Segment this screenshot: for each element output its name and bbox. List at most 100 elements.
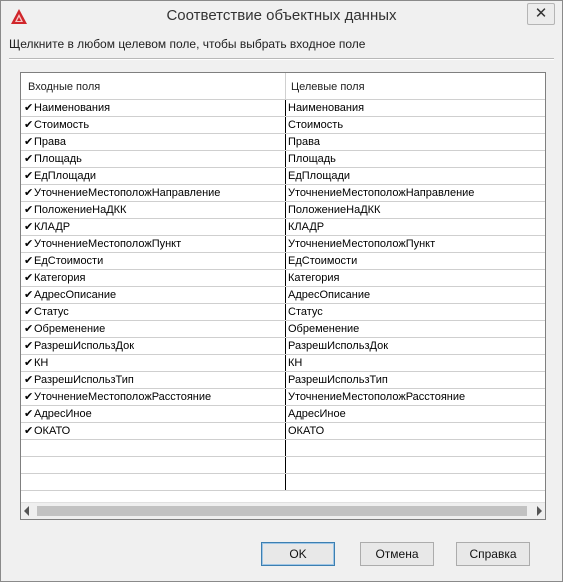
checkmark-icon[interactable]: ✔ <box>24 186 33 199</box>
ok-button[interactable]: OK <box>261 542 335 566</box>
column-header-target[interactable]: Целевые поля <box>291 73 365 99</box>
checkmark-icon[interactable]: ✔ <box>24 305 33 318</box>
table-row[interactable]: ✔ РазрешИспользТип РазрешИспользТип <box>21 372 545 389</box>
column-divider <box>285 168 286 184</box>
table-row[interactable]: ✔ Стоимость Стоимость <box>21 117 545 134</box>
checkmark-icon[interactable]: ✔ <box>24 424 33 437</box>
checkmark-icon[interactable]: ✔ <box>24 101 33 114</box>
column-divider <box>285 423 286 439</box>
table-body: ✔ Наименования Наименования ✔ Стоимость Стоим… <box>21 100 545 491</box>
checkmark-icon[interactable]: ✔ <box>24 203 33 216</box>
table-row[interactable]: ✔ АдресИное АдресИное <box>21 406 545 423</box>
column-divider <box>285 134 286 150</box>
table-row[interactable]: ✔ АдресОписание АдресОписание <box>21 287 545 304</box>
column-divider <box>285 270 286 286</box>
target-field-cell[interactable]: Стоимость <box>288 119 343 131</box>
empty-table-row <box>21 457 545 474</box>
checkmark-icon[interactable]: ✔ <box>24 356 33 369</box>
input-field-cell: АдресОписание <box>34 289 117 301</box>
column-divider <box>285 440 286 456</box>
checkmark-icon[interactable]: ✔ <box>24 407 33 420</box>
target-field-cell[interactable]: КН <box>288 357 302 369</box>
table-row[interactable]: ✔ ОКАТО ОКАТО <box>21 423 545 440</box>
table-row[interactable]: ✔ ЕдСтоимости ЕдСтоимости <box>21 253 545 270</box>
target-field-cell[interactable]: УточнениеМестоположРасстояние <box>288 391 465 403</box>
target-field-cell[interactable]: Обременение <box>288 323 359 335</box>
table-row[interactable]: ✔ ЕдПлощади ЕдПлощади <box>21 168 545 185</box>
checkmark-icon[interactable]: ✔ <box>24 237 33 250</box>
table-header: Входные поля Целевые поля <box>21 73 545 100</box>
target-field-cell[interactable]: Права <box>288 136 320 148</box>
table-row[interactable]: ✔ КН КН <box>21 355 545 372</box>
input-field-cell: КН <box>34 357 49 369</box>
table-row[interactable]: ✔ ПоложениеНаДКК ПоложениеНаДКК <box>21 202 545 219</box>
target-field-cell[interactable]: РазрешИспользТип <box>288 374 388 386</box>
target-field-cell[interactable]: ПоложениеНаДКК <box>288 204 380 216</box>
target-field-cell[interactable]: Наименования <box>288 102 364 114</box>
column-divider <box>285 474 286 490</box>
target-field-cell[interactable]: ЕдПлощади <box>288 170 350 182</box>
input-field-cell: УточнениеМестоположНаправление <box>34 187 221 199</box>
instruction-text: Щелкните в любом целевом поле, чтобы выб… <box>9 37 366 51</box>
input-field-cell: Площадь <box>34 153 82 165</box>
column-divider <box>285 219 286 235</box>
column-divider <box>285 406 286 422</box>
column-divider[interactable] <box>285 73 286 99</box>
target-field-cell[interactable]: Статус <box>288 306 323 318</box>
window-title: Соответствие объектных данных <box>166 7 397 24</box>
checkmark-icon[interactable]: ✔ <box>24 220 33 233</box>
divider <box>9 58 554 60</box>
table-row[interactable]: ✔ Площадь Площадь <box>21 151 545 168</box>
target-field-cell[interactable]: УточнениеМестоположПункт <box>288 238 435 250</box>
column-header-input[interactable]: Входные поля <box>28 73 100 99</box>
target-field-cell[interactable]: Площадь <box>288 153 336 165</box>
checkmark-icon[interactable]: ✔ <box>24 373 33 386</box>
target-field-cell[interactable]: РазрешИспользДок <box>288 340 388 352</box>
scroll-right-arrow-icon[interactable] <box>537 506 542 516</box>
table-row[interactable]: ✔ Права Права <box>21 134 545 151</box>
input-field-cell: Статус <box>34 306 69 318</box>
field-mapping-table: Входные поля Целевые поля ✔ Наименования Н… <box>20 72 546 520</box>
scroll-left-arrow-icon[interactable] <box>24 506 29 516</box>
horizontal-scrollbar[interactable] <box>21 502 545 519</box>
target-field-cell[interactable]: АдресОписание <box>288 289 370 301</box>
table-row[interactable]: ✔ УточнениеМестоположНаправление Уточнение… <box>21 185 545 202</box>
target-field-cell[interactable]: ЕдСтоимости <box>288 255 357 267</box>
title-bar[interactable]: Соответствие объектных данных ✕ <box>1 1 562 32</box>
table-row[interactable]: ✔ Наименования Наименования <box>21 100 545 117</box>
input-field-cell: ОКАТО <box>34 425 71 437</box>
table-row[interactable]: ✔ РазрешИспользДок РазрешИспользДок <box>21 338 545 355</box>
column-divider <box>285 355 286 371</box>
checkmark-icon[interactable]: ✔ <box>24 118 33 131</box>
column-divider <box>285 321 286 337</box>
checkmark-icon[interactable]: ✔ <box>24 135 33 148</box>
help-button[interactable]: Справка <box>456 542 530 566</box>
scrollbar-thumb[interactable] <box>37 506 527 516</box>
table-row[interactable]: ✔ Статус Статус <box>21 304 545 321</box>
checkmark-icon[interactable]: ✔ <box>24 271 33 284</box>
column-divider <box>285 389 286 405</box>
target-field-cell[interactable]: АдресИное <box>288 408 346 420</box>
checkmark-icon[interactable]: ✔ <box>24 390 33 403</box>
input-field-cell: Права <box>34 136 66 148</box>
dialog-window: Соответствие объектных данных ✕ Щелкните… <box>0 0 563 582</box>
checkmark-icon[interactable]: ✔ <box>24 322 33 335</box>
close-button[interactable]: ✕ <box>527 3 555 25</box>
checkmark-icon[interactable]: ✔ <box>24 169 33 182</box>
checkmark-icon[interactable]: ✔ <box>24 288 33 301</box>
column-divider <box>285 151 286 167</box>
table-row[interactable]: ✔ УточнениеМестоположРасстояние УточнениеМ… <box>21 389 545 406</box>
target-field-cell[interactable]: ОКАТО <box>288 425 324 437</box>
target-field-cell[interactable]: УточнениеМестоположНаправление <box>288 187 474 199</box>
cancel-button[interactable]: Отмена <box>360 542 434 566</box>
table-row[interactable]: ✔ Категория Категория <box>21 270 545 287</box>
table-row[interactable]: ✔ УточнениеМестоположПункт УточнениеМестоп… <box>21 236 545 253</box>
target-field-cell[interactable]: Категория <box>288 272 339 284</box>
checkmark-icon[interactable]: ✔ <box>24 254 33 267</box>
table-row[interactable]: ✔ Обременение Обременение <box>21 321 545 338</box>
checkmark-icon[interactable]: ✔ <box>24 152 33 165</box>
target-field-cell[interactable]: КЛАДР <box>288 221 324 233</box>
checkmark-icon[interactable]: ✔ <box>24 339 33 352</box>
table-row[interactable]: ✔ КЛАДР КЛАДР <box>21 219 545 236</box>
column-divider <box>285 202 286 218</box>
